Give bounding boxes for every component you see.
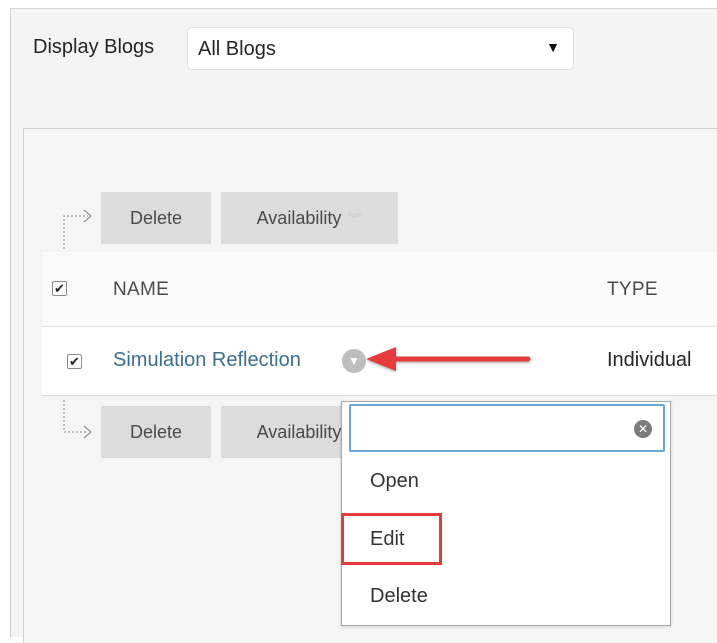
clear-circle-icon[interactable]: ✕	[634, 420, 652, 438]
triangle-down-icon: ▼	[546, 39, 560, 55]
display-blogs-select[interactable]: All Blogs ▼	[187, 27, 574, 70]
name-column-header[interactable]: NAME	[113, 279, 169, 301]
edit-highlight-box	[341, 513, 442, 565]
availability-button-label: Availability	[256, 422, 342, 442]
delete-button-bottom[interactable]: Delete	[101, 406, 211, 458]
delete-button-top[interactable]: Delete	[101, 192, 211, 244]
checkmark-icon: ✔	[69, 354, 80, 369]
menu-search-input[interactable]: ✕	[349, 404, 665, 452]
display-blogs-label: Display Blogs	[33, 36, 155, 58]
blog-type: Individual	[607, 349, 692, 371]
select-all-checkbox[interactable]: ✔	[52, 281, 67, 296]
type-column-header[interactable]: TYPE	[607, 279, 658, 301]
checkmark-icon: ✔	[54, 281, 65, 296]
connector-arrow-icon	[63, 400, 92, 439]
row-checkbox[interactable]: ✔	[67, 354, 82, 369]
table-header-row: ✔ NAME TYPE	[42, 252, 717, 327]
double-chevron-down-icon: ︾	[347, 211, 363, 228]
delete-button-label: Delete	[129, 422, 183, 442]
blog-name-link[interactable]: Simulation Reflection	[113, 349, 301, 372]
menu-item-delete[interactable]: Delete	[370, 585, 428, 608]
display-blogs-select-value: All Blogs	[198, 38, 276, 60]
delete-button-label: Delete	[129, 208, 183, 228]
connector-arrow-icon	[63, 209, 92, 249]
availability-button-label: Availability	[256, 208, 342, 228]
menu-item-open[interactable]: Open	[370, 470, 419, 493]
red-arrow-icon	[366, 347, 531, 371]
availability-button-top[interactable]: Availability ︾	[221, 192, 398, 244]
